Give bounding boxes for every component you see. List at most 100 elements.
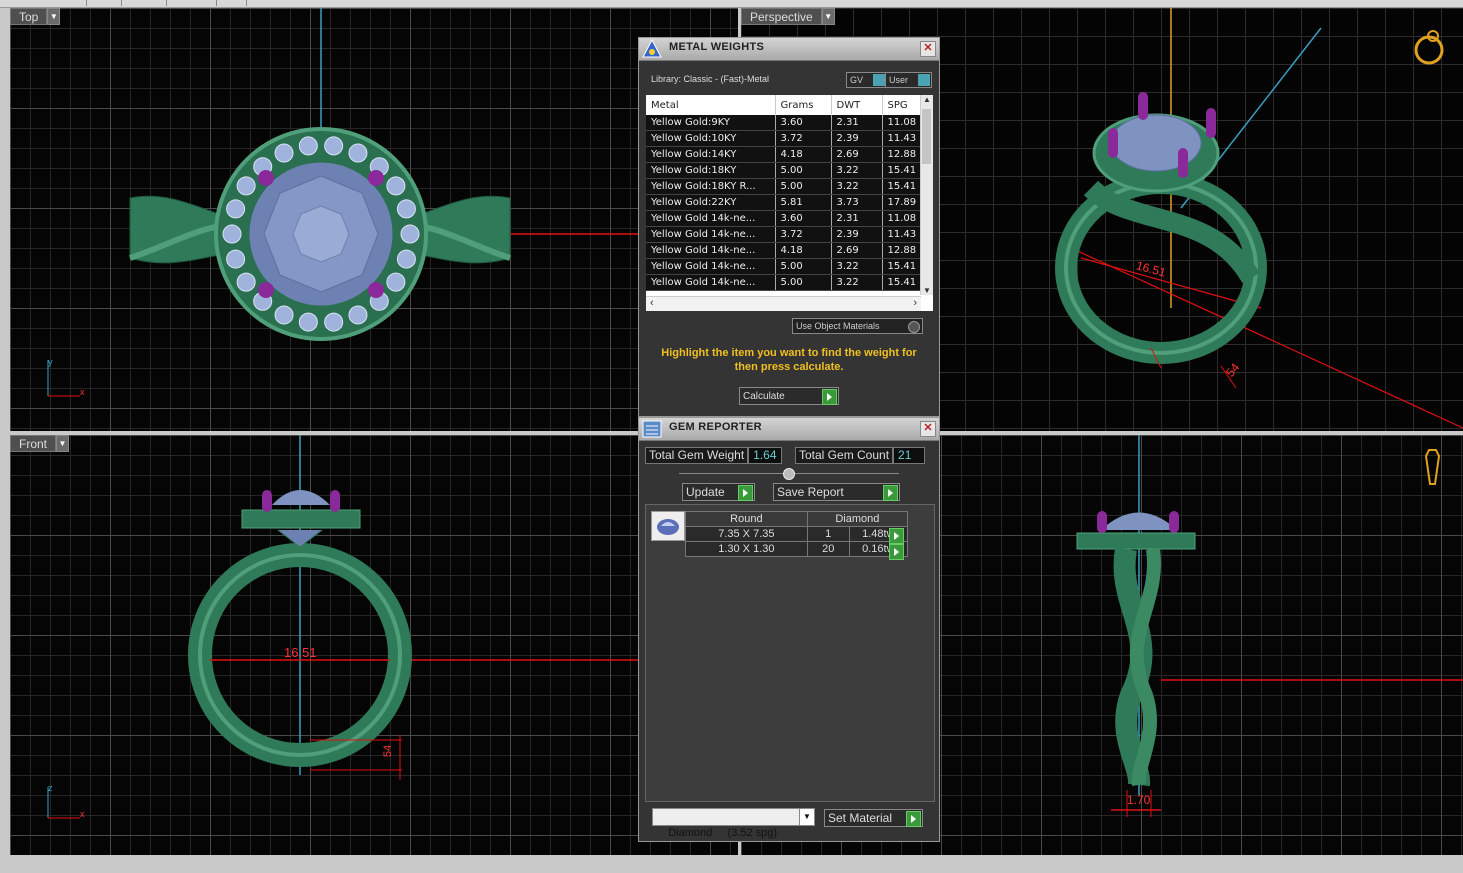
play-icon <box>906 811 921 827</box>
gem-material-header: Diamond <box>806 511 909 527</box>
column-header-spg[interactable]: SPG <box>882 95 922 115</box>
gem-row[interactable]: 1.30 X 1.30 20 0.16tw <box>685 541 909 557</box>
metal-weights-titlebar[interactable]: METAL WEIGHTS ✕ <box>639 38 939 61</box>
chevron-down-icon[interactable]: ▼ <box>47 8 61 25</box>
gem-thumbnail[interactable] <box>651 511 685 541</box>
set-material-button[interactable]: Set Material <box>824 809 923 827</box>
metal-cell-grams: 3.60 <box>775 115 832 131</box>
front-viewport-menu[interactable]: Front ▼ <box>10 435 70 452</box>
gem-row[interactable]: 7.35 X 7.35 1 1.48tw <box>685 526 909 542</box>
halo-stone <box>236 272 256 292</box>
close-icon[interactable]: ✕ <box>920 421 936 437</box>
metal-table-row[interactable]: Yellow Gold 14k-ne... 5.00 3.22 15.41 <box>646 274 922 291</box>
metal-table-row[interactable]: Yellow Gold:18KY 5.00 3.22 15.41 <box>646 162 922 179</box>
halo-stone <box>298 312 318 332</box>
halo-stone <box>386 272 406 292</box>
viewport-label: Front <box>10 435 57 452</box>
ring-side-view-icon[interactable] <box>1417 443 1445 498</box>
top-viewport[interactable]: Top ▼ y x <box>10 8 738 431</box>
column-header-grams[interactable]: Grams <box>775 95 832 115</box>
metal-cell-spg: 12.88 <box>882 146 922 163</box>
scroll-left-icon[interactable]: ‹ <box>650 297 654 309</box>
metal-cell-spg: 11.43 <box>882 130 922 147</box>
halo-stone <box>274 143 294 163</box>
metal-cell-spg: 11.43 <box>882 226 922 243</box>
chevron-down-icon[interactable]: ▼ <box>799 809 814 825</box>
metal-cell-dwt: 2.31 <box>831 115 883 131</box>
top-viewport-menu[interactable]: Top ▼ <box>10 8 61 25</box>
round-diamond-icon <box>657 519 679 535</box>
user-toggle[interactable]: User <box>885 72 932 88</box>
chevron-down-icon[interactable]: ▼ <box>821 8 835 25</box>
save-report-button[interactable]: Save Report <box>773 483 900 501</box>
axis-z-label: z <box>48 783 53 793</box>
total-gem-weight-field: Total Gem Weight 1.64 <box>645 446 782 464</box>
ring-view-icon[interactable] <box>1411 23 1449 68</box>
material-select[interactable]: Diamond (3.52 spg) ▼ <box>652 808 815 839</box>
column-header-metal[interactable]: Metal <box>646 95 776 115</box>
top-toolbar-strip <box>0 0 1463 8</box>
library-label: Library: Classic - (Fast)-Metal <box>651 74 770 84</box>
metal-cell-spg: 11.08 <box>882 115 922 131</box>
horizontal-scrollbar[interactable]: ‹ › <box>646 296 921 311</box>
chevron-down-icon[interactable]: ▼ <box>56 435 70 452</box>
metal-cell-dwt: 3.22 <box>831 258 883 275</box>
gem-row-select-button[interactable] <box>889 543 905 560</box>
scroll-right-icon[interactable]: › <box>913 297 917 309</box>
metal-cell-grams: 3.60 <box>775 210 832 227</box>
metal-table-row[interactable]: Yellow Gold 14k-ne... 5.00 3.22 15.41 <box>646 258 922 275</box>
panel-divider-slider[interactable] <box>679 468 899 480</box>
top-view-drawing <box>47 8 738 397</box>
scroll-up-icon[interactable]: ▲ <box>921 95 933 107</box>
scroll-thumb[interactable] <box>922 109 931 164</box>
metal-cell-dwt: 3.73 <box>831 194 883 211</box>
update-button[interactable]: Update <box>682 483 755 501</box>
gem-table-header: Round Diamond <box>685 511 909 527</box>
metal-cell-metal: Yellow Gold:18KY <box>646 162 776 179</box>
front-viewport[interactable]: Front ▼ 16.51 54 z x <box>10 435 738 855</box>
metal-table-container[interactable]: Metal Grams DWT SPG Yellow Gold:9KY 3.60 2… <box>646 95 933 311</box>
metal-table-row[interactable]: Yellow Gold 14k-ne... 3.72 2.39 11.43 <box>646 226 922 243</box>
metal-table-row[interactable]: Yellow Gold:18KY R... 5.00 3.22 15.41 <box>646 178 922 195</box>
metal-table-row[interactable]: Yellow Gold:10KY 3.72 2.39 11.43 <box>646 130 922 147</box>
metal-cell-grams: 5.00 <box>775 162 832 179</box>
perspective-viewport-menu[interactable]: Perspective ▼ <box>741 8 835 25</box>
metal-cell-spg: 15.41 <box>882 274 922 291</box>
use-object-materials-toggle[interactable]: Use Object Materials <box>792 318 923 334</box>
play-icon <box>738 485 753 501</box>
set-material-label: Set Material <box>828 811 893 825</box>
column-header-dwt[interactable]: DWT <box>831 95 883 115</box>
gem-reporter-titlebar[interactable]: GEM REPORTER ✕ <box>639 418 939 441</box>
metal-table-row[interactable]: Yellow Gold:9KY 3.60 2.31 11.08 <box>646 115 922 131</box>
total-gem-weight-label: Total Gem Weight <box>645 446 749 464</box>
slider-handle[interactable] <box>783 468 795 480</box>
gv-toggle[interactable]: GV <box>846 72 887 88</box>
gv-label: GV <box>850 75 864 85</box>
metal-table-row[interactable]: Yellow Gold:14KY 4.18 2.69 12.88 <box>646 146 922 163</box>
metal-cell-metal: Yellow Gold 14k-ne... <box>646 258 776 275</box>
user-label: User <box>889 75 909 85</box>
calculate-button[interactable]: Calculate <box>739 387 839 405</box>
halo-stone <box>226 249 246 269</box>
gem-reporter-panel: GEM REPORTER ✕ Total Gem Weight 1.64 Tot… <box>638 417 940 842</box>
total-gem-count-label: Total Gem Count <box>795 446 894 464</box>
material-select-value: Diamond (3.52 spg) <box>668 827 778 839</box>
metal-table-row[interactable]: Yellow Gold 14k-ne... 3.60 2.31 11.08 <box>646 210 922 227</box>
metal-cell-spg: 11.08 <box>882 210 922 227</box>
axis-x-label: x <box>80 809 85 819</box>
panel-title: GEM REPORTER <box>669 421 762 433</box>
vertical-scrollbar[interactable]: ▲ ▼ <box>920 95 933 295</box>
panel-title: METAL WEIGHTS <box>669 41 765 53</box>
gem-count: 20 <box>806 541 850 557</box>
total-gem-count-value: 21 <box>893 446 926 464</box>
metal-cell-metal: Yellow Gold:18KY R... <box>646 178 776 195</box>
scroll-down-icon[interactable]: ▼ <box>921 286 933 295</box>
metal-table-row[interactable]: Yellow Gold 14k-ne... 4.18 2.69 12.88 <box>646 242 922 259</box>
close-icon[interactable]: ✕ <box>920 41 936 57</box>
gem-row-select-button[interactable] <box>889 527 905 544</box>
metal-table-row[interactable]: Yellow Gold:22KY 5.81 3.73 17.89 <box>646 194 922 211</box>
metal-cell-spg: 12.88 <box>882 242 922 259</box>
play-icon <box>889 544 904 560</box>
metal-cell-grams: 3.72 <box>775 130 832 147</box>
metal-cell-dwt: 3.22 <box>831 178 883 195</box>
